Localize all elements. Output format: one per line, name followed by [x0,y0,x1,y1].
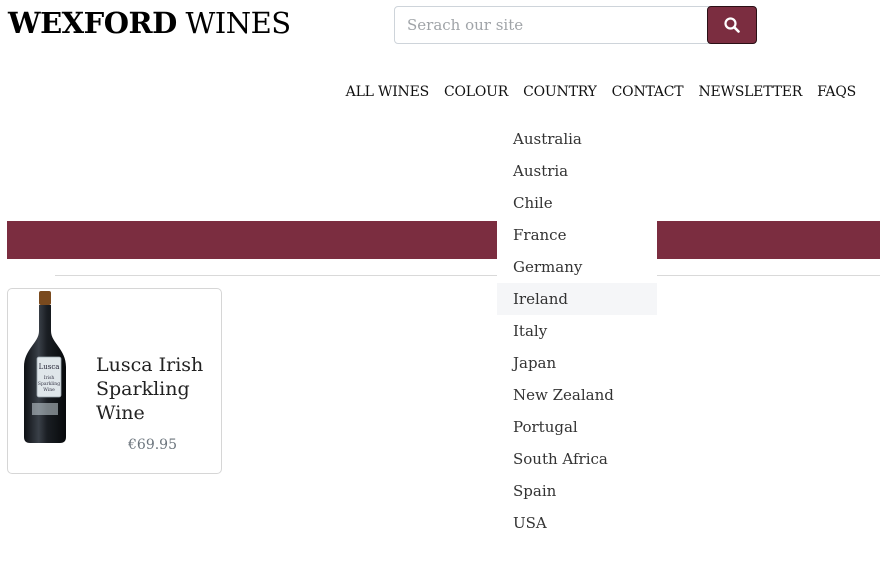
bottle-label-brand: Lusca [39,363,60,371]
page: WEXFORD WINES ALL WINES COLOUR COUNTRY C… [0,0,880,575]
country-option-germany[interactable]: Germany [497,251,657,283]
main-nav: ALL WINES COLOUR COUNTRY CONTACT NEWSLET… [346,84,857,100]
country-option-portugal[interactable]: Portugal [497,411,657,443]
logo-light-text: WINES [176,6,291,40]
country-option-ireland[interactable]: Ireland [497,283,657,315]
country-option-japan[interactable]: Japan [497,347,657,379]
logo-bold-text: WEXFORD [8,6,177,40]
product-price: €69.95 [128,437,177,453]
nav-country[interactable]: COUNTRY [523,84,597,100]
bottle-label-line1: Irish [44,375,55,381]
nav-colour[interactable]: COLOUR [444,84,508,100]
bottle-label-line3: Wine [43,387,55,393]
section-divider [55,275,880,276]
country-option-usa[interactable]: USA [497,507,657,539]
product-name[interactable]: Lusca Irish Sparkling Wine [96,353,216,425]
country-option-france[interactable]: France [497,219,657,251]
nav-newsletter[interactable]: NEWSLETTER [698,84,802,100]
nav-contact[interactable]: CONTACT [612,84,684,100]
search-button[interactable] [707,6,757,44]
country-option-austria[interactable]: Austria [497,155,657,187]
country-option-south-africa[interactable]: South Africa [497,443,657,475]
site-logo[interactable]: WEXFORD WINES [8,6,291,40]
bottle-label-line2: Sparkling [38,381,60,387]
search-input[interactable] [394,6,712,44]
nav-all-wines[interactable]: ALL WINES [346,84,430,100]
nav-faqs[interactable]: FAQS [817,84,856,100]
country-option-spain[interactable]: Spain [497,475,657,507]
banner-band [7,221,880,259]
country-option-new-zealand[interactable]: New Zealand [497,379,657,411]
country-dropdown-menu: Australia Austria Chile France Germany I… [497,123,657,543]
search-icon [724,17,740,33]
country-option-italy[interactable]: Italy [497,315,657,347]
country-option-chile[interactable]: Chile [497,187,657,219]
product-card[interactable]: Lusca Irish Sparkling Wine Lusca Irish S… [7,288,222,474]
country-option-australia[interactable]: Australia [497,123,657,155]
wine-bottle-image: Lusca Irish Sparkling Wine [24,291,66,443]
